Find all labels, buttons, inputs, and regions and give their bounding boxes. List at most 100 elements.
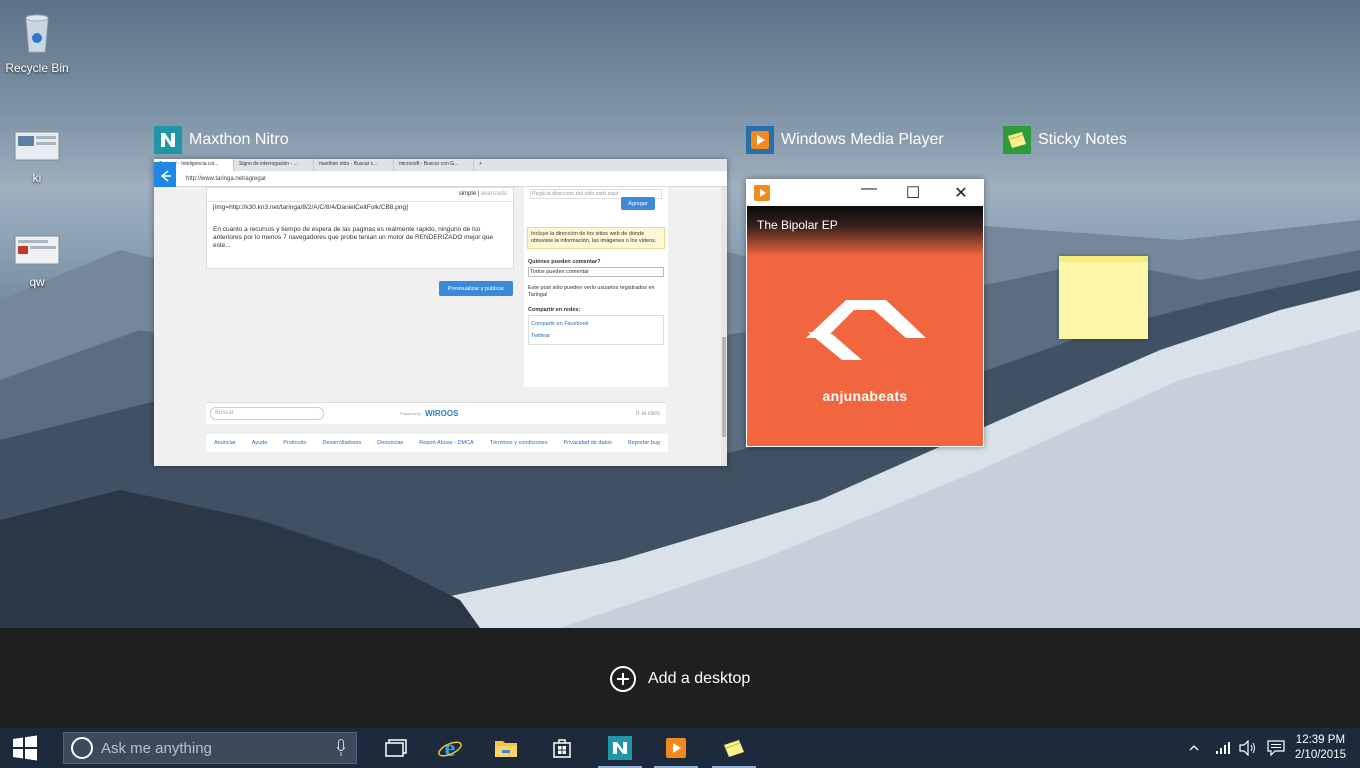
sticky-notes-icon <box>1003 126 1031 154</box>
file-thumbnail-icon <box>14 235 60 265</box>
system-tray: 12:39 PM 2/10/2015 <box>1189 728 1360 768</box>
footer-link[interactable]: Report Abuse - DMCA <box>419 440 473 446</box>
source-hint: Incluye la dirección de los sitios web d… <box>527 227 665 249</box>
media-player-thumbnail[interactable]: — ☐ ✕ The Bipolar EP anjunabeats <box>746 179 984 447</box>
footer-search-bar: Buscar Powered by WIROOS Ir al cielo <box>206 402 666 424</box>
folder-icon <box>495 741 517 757</box>
window-title-text: Sticky Notes <box>1038 131 1127 148</box>
network-signal-icon[interactable] <box>1215 741 1231 755</box>
task-view-icon <box>385 739 407 757</box>
media-player-titlebar: — ☐ ✕ <box>746 179 984 206</box>
clock-date: 2/10/2015 <box>1294 749 1346 761</box>
maxthon-icon <box>608 736 632 760</box>
page-content: simple | avanzado [img=http://k30.kn3.ne… <box>154 187 727 466</box>
taskbar-windows-media-player[interactable] <box>654 728 698 768</box>
share-links: Compartir en Facebook Twittear <box>528 315 664 345</box>
address-bar[interactable]: http://www.taringa.net/agregar <box>154 171 727 187</box>
window-title-media-player[interactable]: Windows Media Player <box>746 126 944 154</box>
footer-link[interactable]: Términos y condiciones <box>490 440 548 446</box>
desktop-icon-label: Recycle Bin <box>5 61 69 75</box>
album-art: The Bipolar EP anjunabeats <box>747 206 983 446</box>
browser-tab[interactable]: maxthon nitro - Buscar c... <box>314 159 394 171</box>
wiroos-logo: WIROOS <box>425 409 459 418</box>
window-title-maxthon[interactable]: Maxthon Nitro <box>154 126 289 154</box>
footer-link[interactable]: Denuncias <box>377 440 403 446</box>
close-button[interactable]: ✕ <box>951 183 971 203</box>
window-title-text: Windows Media Player <box>781 131 944 148</box>
window-title-text: Maxthon Nitro <box>189 131 289 148</box>
taskbar-clock[interactable]: 12:39 PM 2/10/2015 <box>1295 733 1346 763</box>
virtual-desktop-bar: Add a desktop <box>0 628 1360 728</box>
post-editor[interactable]: simple | avanzado [img=http://k30.kn3.ne… <box>206 187 514 269</box>
windows-logo-icon <box>13 735 37 761</box>
desktop-icon-recycle-bin[interactable]: Recycle Bin <box>2 8 72 75</box>
taskbar-sticky-notes[interactable] <box>712 728 756 768</box>
taskbar: Ask me anything e 12:39 PM 2/10/2015 <box>0 728 1360 768</box>
address-url[interactable]: http://www.taringa.net/agregar <box>186 176 266 182</box>
footer-link[interactable]: Desarrolladores <box>322 440 361 446</box>
share-label: Compartir en redes: <box>528 307 581 313</box>
footer-link[interactable]: Reportar bug <box>628 440 660 446</box>
desktop-wallpaper: Recycle Bin ki qw Maxthon Nitro Taringa!… <box>0 0 1360 628</box>
recycle-bin-icon <box>25 14 49 53</box>
new-tab-icon[interactable]: + <box>474 159 488 171</box>
desktop-icon-label: ki <box>32 171 42 185</box>
taskbar-file-explorer[interactable] <box>484 728 528 768</box>
registered-only-checkbox[interactable]: Este post sólo pueden verlo usuarios reg… <box>528 285 664 299</box>
anjunabeats-logo-icon <box>806 300 926 360</box>
browser-tab[interactable]: microsoft - Buscar con G... <box>394 159 474 171</box>
desktop-icon-qw[interactable]: qw <box>2 232 72 289</box>
back-arrow-icon[interactable] <box>154 162 176 190</box>
browser-thumbnail[interactable]: Taringa! - Inteligencia col... Signo de … <box>154 159 727 466</box>
powered-by-label: Powered by <box>400 411 422 416</box>
taskbar-maxthon-nitro[interactable] <box>598 728 642 768</box>
store-bag-icon <box>553 739 571 758</box>
media-player-icon <box>746 126 774 154</box>
share-facebook-link[interactable]: Compartir en Facebook <box>531 318 661 330</box>
footer-links: Anunciar Ayuda Protocolo Desarrolladores… <box>206 434 668 452</box>
cortana-search-box[interactable]: Ask me anything <box>63 732 357 764</box>
media-player-icon <box>666 738 686 758</box>
post-sidebar: Pegá la dirección del sitio web aquí Agr… <box>524 187 668 387</box>
browser-tab[interactable]: Signo de interrogación - ... <box>234 159 314 171</box>
editor-mode[interactable]: simple | avanzado <box>459 191 507 197</box>
sticky-note-thumbnail[interactable] <box>1059 256 1148 339</box>
comment-permission-select[interactable]: Todos pueden comentar <box>528 267 664 277</box>
go-top-link[interactable]: Ir al cielo <box>636 411 660 417</box>
footer-search-input[interactable]: Buscar <box>210 407 324 420</box>
taskbar-store[interactable] <box>540 728 584 768</box>
microphone-icon[interactable] <box>336 739 346 757</box>
start-button[interactable] <box>0 728 50 768</box>
editor-toolbar: simple | avanzado <box>207 188 513 202</box>
internet-explorer-icon: e <box>438 736 462 761</box>
clock-time: 12:39 PM <box>1295 734 1346 746</box>
browser-tab-strip: Taringa! - Inteligencia col... Signo de … <box>154 159 727 171</box>
chevron-up-icon[interactable] <box>1189 743 1199 753</box>
task-view-button[interactable] <box>374 728 418 768</box>
footer-link[interactable]: Protocolo <box>283 440 306 446</box>
sticky-notes-icon <box>724 740 744 757</box>
share-twitter-link[interactable]: Twittear <box>531 330 661 342</box>
window-title-sticky-notes[interactable]: Sticky Notes <box>1003 126 1127 154</box>
add-desktop-button[interactable]: Add a desktop <box>610 666 750 692</box>
plus-circle-icon <box>610 666 636 692</box>
editor-text: [img=http://k30.kn3.net/taringa/8/2/A/C/… <box>213 204 408 211</box>
cortana-icon <box>71 737 93 759</box>
add-desktop-label: Add a desktop <box>648 670 751 687</box>
maximize-button[interactable]: ☐ <box>903 183 923 203</box>
desktop-icon-ki[interactable]: ki <box>2 128 72 185</box>
browser-scrollbar[interactable] <box>721 187 727 466</box>
footer-link[interactable]: Privacidad de datos <box>564 440 612 446</box>
action-center-icon[interactable] <box>1267 740 1285 756</box>
add-source-button[interactable]: Agregar <box>621 197 655 210</box>
taskbar-internet-explorer[interactable]: e <box>428 728 472 768</box>
search-placeholder: Ask me anything <box>101 739 212 757</box>
footer-link[interactable]: Anunciar <box>214 440 236 446</box>
minimize-button[interactable]: — <box>859 180 879 198</box>
editor-text: En cuanto a recursos y tiempo de espera … <box>213 226 494 249</box>
media-player-small-icon <box>754 185 770 201</box>
footer-link[interactable]: Ayuda <box>252 440 268 446</box>
volume-icon[interactable] <box>1239 740 1257 756</box>
anjunabeats-wordmark: anjunabeats <box>822 388 908 404</box>
publish-button[interactable]: Previsualizar y publicar <box>439 281 513 296</box>
